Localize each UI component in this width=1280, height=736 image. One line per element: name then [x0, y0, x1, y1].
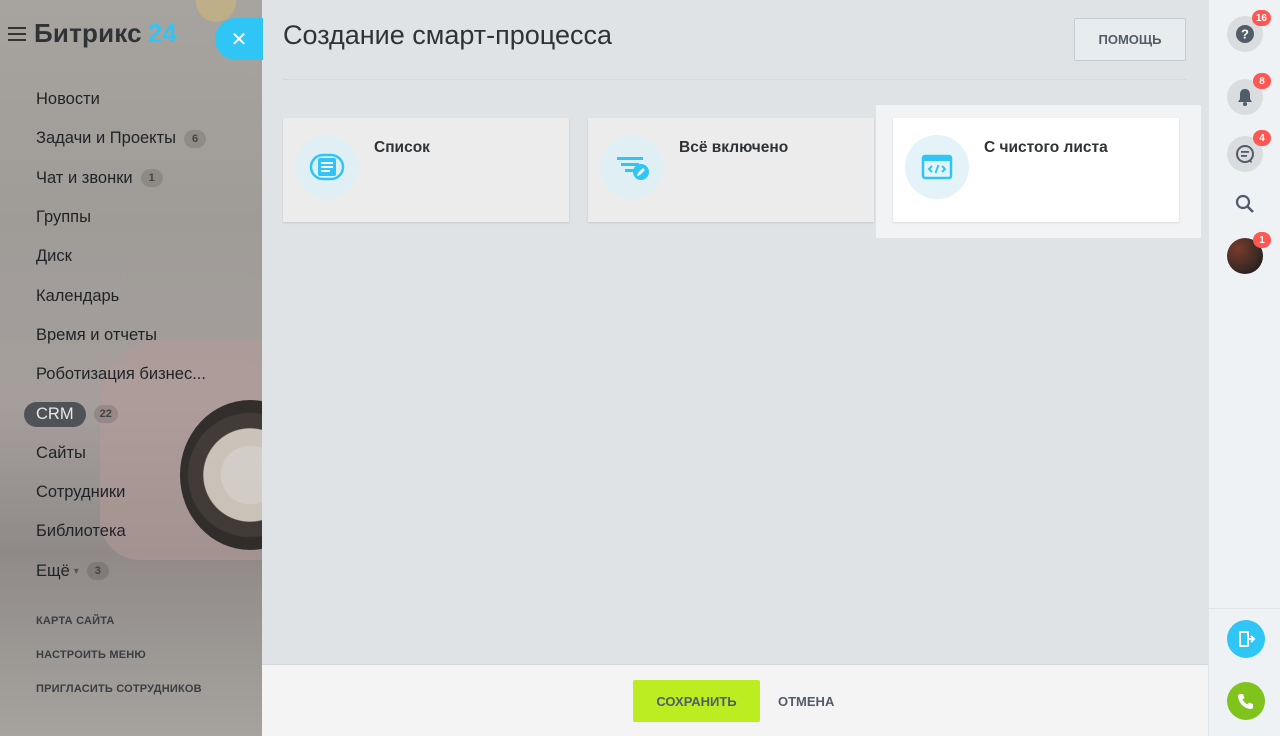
menu-item-library[interactable]: Библиотека	[36, 512, 206, 551]
tile-label: Всё включено	[679, 139, 789, 156]
divider	[1209, 608, 1280, 609]
cancel-button[interactable]: ОТМЕНА	[772, 680, 840, 722]
tile-all-included[interactable]: Всё включено	[588, 118, 874, 222]
svg-text:?: ?	[1241, 27, 1249, 42]
chat-counter-badge: 4	[1253, 130, 1271, 146]
menu-links: КАРТА САЙТА НАСТРОИТЬ МЕНЮ ПРИГЛАСИТЬ СО…	[36, 604, 202, 706]
menu-item-sites[interactable]: Сайты	[36, 434, 206, 473]
avatar-counter-badge: 1	[1253, 232, 1271, 248]
question-icon: ?	[1236, 25, 1254, 43]
menu-item-label: Задачи и Проекты	[36, 129, 176, 148]
timeman-button[interactable]	[1227, 620, 1265, 658]
code-window-icon	[905, 135, 969, 199]
logo-number: 24	[147, 18, 177, 48]
notifications-button[interactable]: 8	[1227, 73, 1271, 115]
help-counter-badge: 16	[1251, 10, 1271, 26]
menu-item-label: Календарь	[36, 286, 120, 305]
menu-counter: 3	[86, 562, 109, 581]
logo[interactable]: Битрикс 24	[8, 18, 177, 49]
tile-list[interactable]: Список	[283, 118, 569, 222]
list-icon	[295, 135, 359, 199]
menu-item-employees[interactable]: Сотрудники	[36, 473, 206, 512]
menu-item-label: Роботизация бизнес...	[36, 365, 206, 384]
panel-content: Создание смарт-процесса ПОМОЩЬ Список Вс…	[262, 0, 1208, 664]
slider-panel: Создание смарт-процесса ПОМОЩЬ Список Вс…	[262, 0, 1208, 736]
menu-item-tasks[interactable]: Задачи и Проекты 6	[36, 119, 206, 158]
left-sidebar: Битрикс 24 Новости Задачи и Проекты 6 Чат…	[0, 0, 262, 736]
menu-counter: 1	[140, 169, 163, 188]
sitemap-link[interactable]: КАРТА САЙТА	[36, 604, 202, 638]
menu-item-label: Сайты	[36, 443, 86, 462]
menu-item-label: Группы	[36, 208, 91, 227]
chevron-down-icon: ▾	[73, 565, 79, 577]
menu-counter: 22	[93, 405, 118, 424]
bell-icon	[1238, 89, 1252, 106]
search-button[interactable]	[1227, 186, 1263, 222]
help-button[interactable]: ПОМОЩЬ	[1074, 18, 1186, 61]
menu-item-calendar[interactable]: Календарь	[36, 276, 206, 315]
menu-item-label: Чат и звонки	[36, 168, 133, 187]
notifications-counter-badge: 8	[1253, 73, 1271, 89]
menu-item-label: Библиотека	[36, 522, 126, 541]
help-center-button[interactable]: ? 16	[1227, 10, 1271, 52]
filter-edit-icon	[600, 135, 664, 199]
menu-burger-icon[interactable]	[8, 26, 26, 41]
phone-button[interactable]	[1227, 682, 1265, 720]
menu-item-automation[interactable]: Роботизация бизнес...	[36, 355, 206, 394]
logo-name: Битрикс	[34, 18, 142, 48]
close-panel-button[interactable]: ✕	[215, 18, 263, 60]
menu-item-crm[interactable]: CRM 22	[24, 394, 206, 433]
tile-blank[interactable]: С чистого листа	[893, 118, 1179, 222]
exit-door-icon	[1239, 631, 1256, 647]
configure-menu-link[interactable]: НАСТРОИТЬ МЕНЮ	[36, 638, 202, 672]
close-icon: ✕	[230, 28, 248, 51]
menu-item-disk[interactable]: Диск	[36, 237, 206, 276]
menu-item-label: Новости	[36, 90, 100, 109]
menu-item-label: Ещё	[36, 561, 70, 580]
menu-item-label: CRM	[24, 401, 86, 427]
invite-employees-link[interactable]: ПРИГЛАСИТЬ СОТРУДНИКОВ	[36, 672, 202, 706]
chat-icon	[1236, 145, 1254, 163]
menu-item-chat[interactable]: Чат и звонки 1	[36, 159, 206, 198]
menu-item-label: Диск	[36, 247, 72, 266]
menu-item-label: Сотрудники	[36, 483, 126, 502]
save-button[interactable]: СОХРАНИТЬ	[633, 680, 760, 722]
page-title: Создание смарт-процесса	[283, 20, 612, 50]
menu-item-news[interactable]: Новости	[36, 80, 206, 119]
tile-label: Список	[374, 139, 430, 156]
divider	[283, 79, 1186, 80]
menu-item-groups[interactable]: Группы	[36, 198, 206, 237]
right-toolbar: ? 16 8 4 1	[1208, 0, 1280, 736]
menu-item-time-reports[interactable]: Время и отчеты	[36, 316, 206, 355]
messenger-button[interactable]: 4	[1227, 130, 1271, 172]
main-menu: Новости Задачи и Проекты 6 Чат и звонки 1 …	[24, 80, 206, 591]
phone-icon	[1238, 694, 1253, 709]
menu-item-more[interactable]: Ещё ▾ 3	[36, 552, 206, 591]
panel-footer: СОХРАНИТЬ ОТМЕНА	[262, 664, 1208, 736]
menu-counter: 6	[184, 129, 206, 148]
tile-label: С чистого листа	[984, 139, 1108, 156]
menu-item-label: Время и отчеты	[36, 325, 158, 344]
avatar[interactable]: 1	[1227, 232, 1271, 274]
search-icon	[1235, 194, 1254, 213]
